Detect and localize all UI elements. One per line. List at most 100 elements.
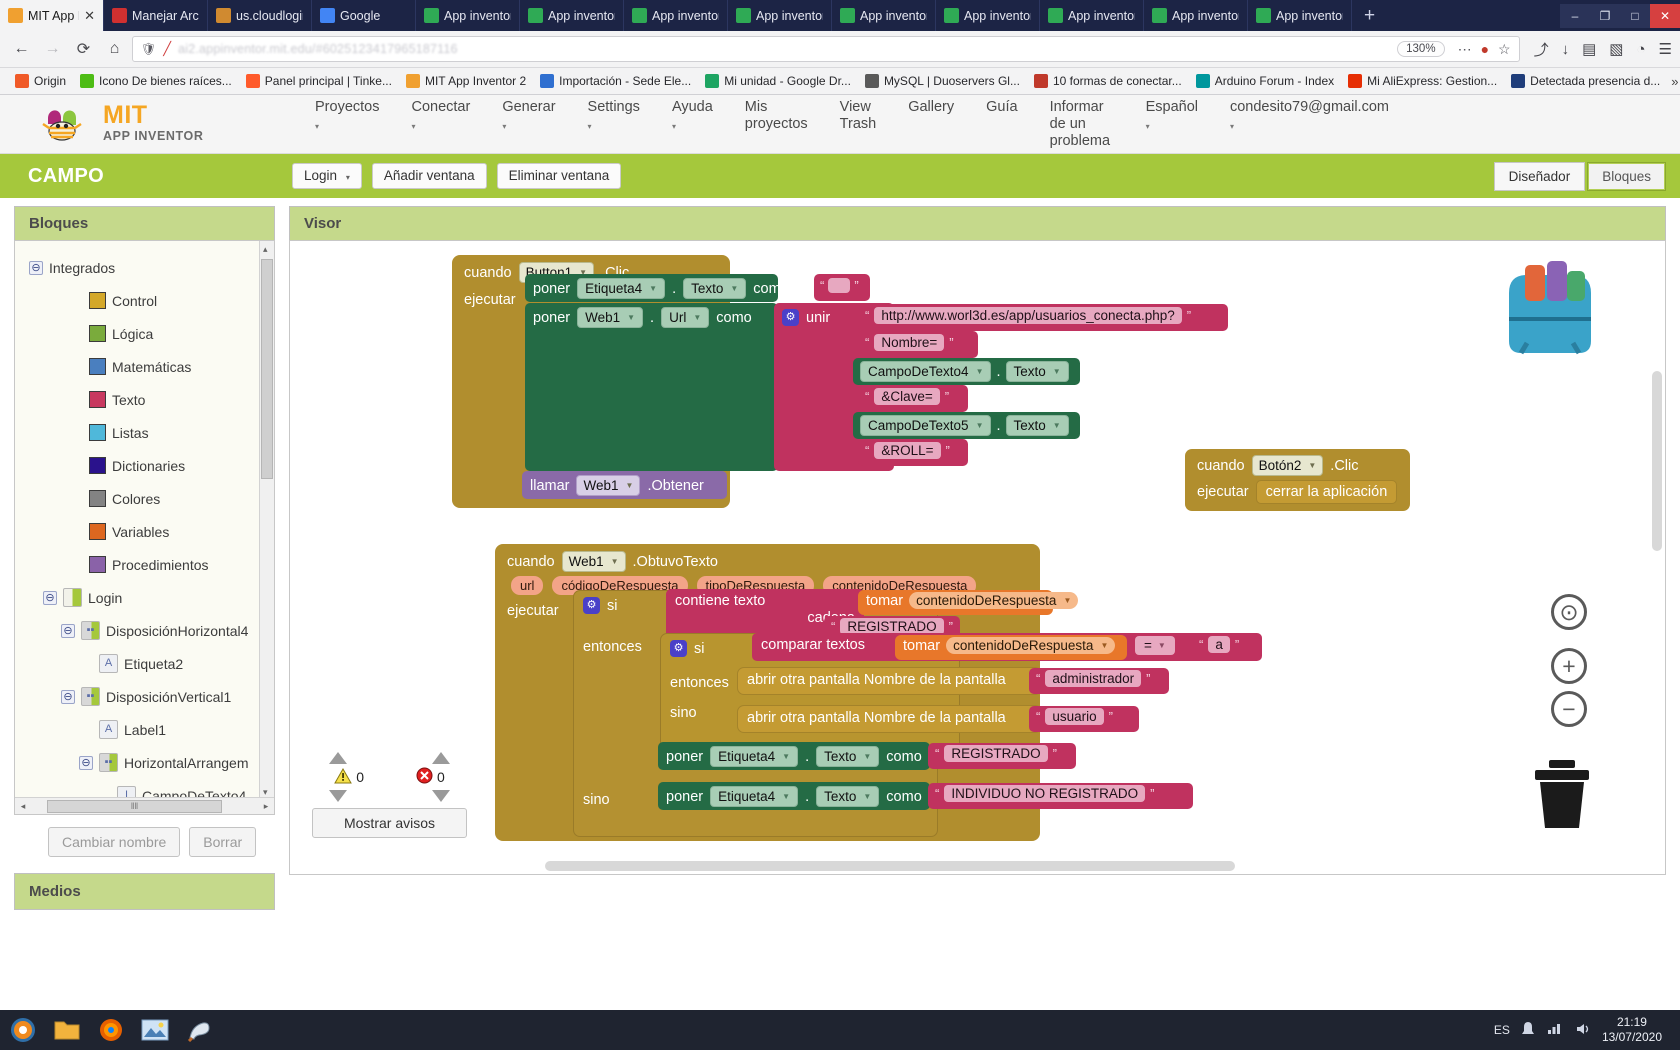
browser-tab[interactable]: Google	[312, 0, 416, 31]
zoom-in-button[interactable]: +	[1551, 648, 1587, 684]
variable-dropdown[interactable]: contenidoDeRespuesta ▼	[909, 592, 1079, 609]
string-administrador[interactable]: “ administrador ”	[1029, 668, 1169, 694]
address-bar[interactable]: 🛡 ╱ ai2.appinventor.mit.edu/#60251234179…	[132, 36, 1520, 62]
component-dropdown-campodetexto5[interactable]: CampoDeTexto5 ▼	[860, 415, 992, 436]
blocks-canvas-container[interactable]: cuando Button1 ▼ .Clic ejecutar poner Et…	[289, 240, 1666, 875]
tree-node-etiqueta2[interactable]: A Etiqueta2	[15, 647, 274, 680]
share-icon[interactable]: ⤴	[1534, 39, 1549, 60]
text-value-usuario[interactable]: usuario	[1045, 708, 1104, 725]
tree-horizontal-scrollbar[interactable]: ◂ ‖‖ ▸	[15, 797, 274, 814]
join-operand-campodetexto5-getter[interactable]: CampoDeTexto5 ▼ . Texto ▼	[853, 412, 1080, 439]
property-dropdown-texto[interactable]: Texto ▼	[1005, 361, 1069, 382]
browser-tab[interactable]: us.cloudlogin	[208, 0, 312, 31]
pocket-icon[interactable]: ●	[1481, 41, 1489, 57]
sidebar-icon[interactable]: ▧	[1609, 40, 1623, 58]
scroll-left-icon[interactable]: ◂	[15, 801, 31, 812]
text-value-url[interactable]: http://www.worl3d.es/app/usuarios_conect…	[874, 307, 1182, 324]
browser-tab[interactable]: MIT App In ✕	[0, 0, 104, 31]
string-usuario[interactable]: “ usuario ”	[1029, 706, 1139, 732]
paint-icon[interactable]	[182, 1014, 216, 1046]
photos-icon[interactable]	[138, 1014, 172, 1046]
menu-item[interactable]: Ayuda ▾	[656, 99, 729, 135]
bookmark-item[interactable]: Importación - Sede Ele...	[533, 74, 698, 88]
bookmark-item[interactable]: Mi AliExpress: Gestion...	[1341, 74, 1504, 88]
tree-toggle-icon[interactable]: ⊖	[61, 689, 75, 704]
bookmarks-overflow-button[interactable]: »	[1667, 74, 1680, 89]
warning-down-arrow-icon[interactable]	[328, 790, 347, 802]
tree-node-label1[interactable]: A Label1	[15, 713, 274, 746]
browser-tab[interactable]: App inventor	[1144, 0, 1248, 31]
menu-item[interactable]: Conectar ▾	[395, 99, 486, 135]
zoom-out-button[interactable]: −	[1551, 691, 1587, 727]
component-dropdown-etiqueta4[interactable]: Etiqueta4 ▼	[710, 746, 799, 767]
tree-node-matemáticas[interactable]: Matemáticas	[15, 350, 274, 383]
block-close-application[interactable]: cerrar la aplicación	[1255, 480, 1398, 504]
menu-item[interactable]: View Trash	[824, 99, 893, 133]
scroll-up-icon[interactable]: ▴	[263, 244, 268, 255]
scroll-right-icon[interactable]: ▸	[258, 801, 274, 812]
text-value-individuo[interactable]: INDIVIDUO NO REGISTRADO	[944, 785, 1146, 802]
account-icon[interactable]: ◔	[1636, 41, 1645, 58]
language-indicator[interactable]: ES	[1494, 1023, 1510, 1037]
window-minimize-button[interactable]: –	[1560, 3, 1590, 28]
getter-contenidoderespuesta-2[interactable]: tomar contenidoDeRespuesta ▼	[895, 635, 1127, 660]
menu-item[interactable]: Mis proyectos	[729, 99, 824, 133]
zoom-in-icon[interactable]: +	[1551, 648, 1587, 684]
menu-item[interactable]: Proyectos ▾	[299, 99, 395, 135]
canvas-horizontal-scrollbar[interactable]	[545, 861, 1235, 871]
trash-can-button[interactable]	[1529, 758, 1595, 830]
volume-icon[interactable]	[1575, 1022, 1591, 1039]
tree-vscroll-thumb[interactable]	[261, 259, 273, 479]
tree-toggle-icon[interactable]: ⊖	[29, 260, 43, 275]
error-up-arrow-icon[interactable]	[432, 752, 451, 764]
block-empty-text-string[interactable]: “ ”	[814, 274, 870, 301]
blocks-canvas[interactable]: cuando Button1 ▼ .Clic ejecutar poner Et…	[290, 241, 1665, 874]
gear-icon[interactable]: ⚙	[670, 640, 687, 657]
zoom-level-badge[interactable]: 130%	[1397, 41, 1445, 57]
notification-icon[interactable]	[1521, 1021, 1535, 1040]
compare-operator-dropdown[interactable]: = ▼	[1135, 636, 1175, 655]
bookmark-item[interactable]: Detectada presencia d...	[1504, 74, 1667, 88]
browser-tab[interactable]: App inventor	[728, 0, 832, 31]
component-dropdown-web1[interactable]: Web1 ▼	[561, 551, 626, 572]
text-value-roll[interactable]: &ROLL=	[874, 442, 941, 459]
backpack-icon[interactable]	[1491, 259, 1609, 357]
app-inventor-logo[interactable]: MIT APP INVENTOR	[14, 103, 299, 144]
designer-toggle-button[interactable]: Diseñador	[1493, 161, 1586, 191]
tree-node-listas[interactable]: Listas	[15, 416, 274, 449]
start-orb-icon[interactable]	[6, 1014, 40, 1046]
text-value-registrado[interactable]: REGISTRADO	[944, 745, 1048, 762]
bookmark-item[interactable]: MySQL | Duoservers Gl...	[858, 74, 1027, 88]
tree-node-disposiciónvertical1[interactable]: ⊖ ▪▪ DisposiciónVertical1	[15, 680, 274, 713]
firefox-icon[interactable]	[94, 1014, 128, 1046]
browser-tab[interactable]: App inventor	[1040, 0, 1144, 31]
property-dropdown-texto[interactable]: Texto ▼	[683, 278, 747, 299]
block-set-etiqueta4-registrado[interactable]: poner Etiqueta4 ▼ . Texto ▼ como	[658, 742, 930, 770]
browser-tab[interactable]: App inventor	[832, 0, 936, 31]
hamburger-menu-icon[interactable]: ☰	[1659, 40, 1672, 58]
menu-item[interactable]: Informar de un problema	[1034, 99, 1130, 150]
back-button[interactable]: ←	[8, 36, 35, 63]
block-set-etiqueta4-texto[interactable]: poner Etiqueta4 ▼ . Texto ▼ como	[525, 274, 789, 302]
getter-contenidoderespuesta-1[interactable]: tomar contenidoDeRespuesta ▼	[858, 590, 1079, 615]
block-set-web1-url[interactable]: poner Web1 ▼ . Url ▼ como	[525, 303, 778, 471]
menu-item[interactable]: condesito79@gmail.com ▾	[1214, 99, 1405, 135]
component-dropdown-etiqueta4[interactable]: Etiqueta4 ▼	[577, 278, 666, 299]
menu-item[interactable]: Guía	[970, 99, 1033, 116]
reload-button[interactable]: ⟳	[70, 36, 97, 63]
tree-toggle-icon[interactable]: ⊖	[79, 755, 93, 770]
bookmark-item[interactable]: Panel principal | Tinke...	[239, 74, 399, 88]
window-maximize-button[interactable]: □	[1620, 3, 1650, 28]
string-individuo-no-registrado[interactable]: “ INDIVIDUO NO REGISTRADO ”	[928, 783, 1193, 809]
property-dropdown-url[interactable]: Url ▼	[661, 307, 710, 328]
center-blocks-button[interactable]: ⊙	[1551, 594, 1587, 630]
library-icon[interactable]: ▤	[1582, 40, 1596, 58]
variable-dropdown[interactable]: contenidoDeRespuesta ▼	[946, 637, 1116, 654]
tree-node-lógica[interactable]: Lógica	[15, 317, 274, 350]
bookmark-item[interactable]: 10 formas de conectar...	[1027, 74, 1189, 88]
zoom-out-icon[interactable]: −	[1551, 691, 1587, 727]
tree-vertical-scrollbar[interactable]: ▴ ▾	[259, 241, 274, 801]
component-dropdown-etiqueta4[interactable]: Etiqueta4 ▼	[710, 786, 799, 807]
error-down-arrow-icon[interactable]	[432, 790, 451, 802]
bookmark-star-icon[interactable]: ☆	[1498, 41, 1511, 58]
